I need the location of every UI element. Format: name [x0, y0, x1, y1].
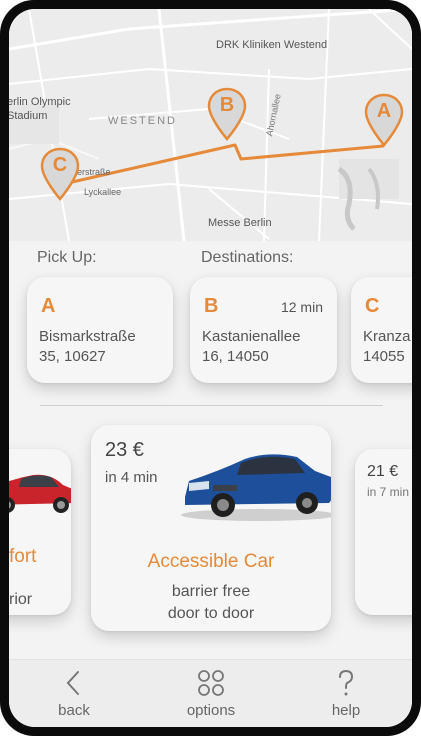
nav-help-label: help	[331, 702, 361, 719]
car-eta: in 4 min	[105, 469, 158, 486]
map-label-street: erstraße	[77, 167, 111, 177]
options-grid-icon	[198, 670, 224, 696]
destination-address-line1: Kranza	[363, 328, 411, 345]
destination-address: Kastanienallee 16, 14050	[202, 327, 300, 367]
map-pin-label: C	[52, 154, 68, 176]
car-card-right[interactable]: 21 € in 7 min	[355, 449, 412, 615]
nav-help-button[interactable]: help	[301, 660, 391, 727]
destination-address-line2: 14055	[363, 348, 405, 365]
car-left-title: fort	[9, 546, 37, 567]
destination-time: 12 min	[280, 299, 323, 315]
destinations-heading: Destinations:	[201, 249, 294, 266]
map-pin-label: A	[376, 100, 392, 122]
nav-back-button[interactable]: back	[29, 660, 119, 727]
red-car-icon	[9, 474, 71, 513]
map-label-olympic: erlin Olympic Stadium	[9, 96, 71, 122]
destination-card-c[interactable]: C Kranza 14055	[351, 277, 412, 383]
car-right-eta: in 7 min	[367, 485, 410, 499]
nav-options-label: options	[186, 702, 236, 719]
car-right-price: 21 €	[367, 463, 399, 480]
question-mark-icon	[339, 669, 354, 696]
phone-frame: DRK Kliniken Westend erlin Olympic Stadi…	[0, 0, 421, 736]
map-label-lyckallee: Lyckallee	[84, 187, 122, 197]
pickup-address: Bismarkstraße 35, 10627	[39, 327, 136, 367]
pickup-heading: Pick Up:	[37, 249, 97, 266]
destination-letter: C	[365, 295, 380, 317]
map-pin-label: B	[219, 94, 235, 116]
section-divider	[40, 405, 383, 406]
map-pin-a[interactable]: A	[364, 93, 404, 147]
destination-address-line1: Kastanienallee	[202, 328, 301, 345]
car-title: Accessible Car	[147, 551, 275, 572]
destination-address: Kranza 14055	[363, 327, 411, 367]
pickup-letter: A	[41, 295, 56, 317]
pickup-card[interactable]: A Bismarkstraße 35, 10627	[27, 277, 173, 383]
nav-options-button[interactable]: options	[166, 660, 256, 727]
pickup-address-line1: Bismarkstraße	[39, 328, 136, 345]
car-left-subtitle: rior	[9, 591, 33, 608]
car-card-left[interactable]: fort rior	[9, 449, 71, 615]
car-subtitle-line1: barrier free	[171, 583, 251, 600]
car-subtitle-line2: door to door	[167, 605, 255, 622]
chevron-left-icon	[66, 671, 79, 695]
car-price: 23 €	[105, 439, 144, 461]
app-screen: DRK Kliniken Westend erlin Olympic Stadi…	[9, 9, 412, 727]
bottom-navigation: back options help	[9, 659, 412, 727]
pickup-address-line2: 35, 10627	[39, 348, 106, 365]
car-subtitle: barrier free door to door	[91, 581, 331, 625]
car-card-accessible[interactable]: 23 € in 4 min Accessible Car barrier fre…	[91, 425, 331, 631]
map-pin-b[interactable]: B	[207, 87, 247, 141]
map-label-westend: WESTEND	[108, 115, 177, 127]
route-map[interactable]: DRK Kliniken Westend erlin Olympic Stadi…	[9, 9, 412, 241]
map-label-drk: DRK Kliniken Westend	[216, 39, 328, 51]
destination-address-line2: 16, 14050	[202, 348, 269, 365]
blue-car-icon	[181, 454, 331, 521]
map-label-messe: Messe Berlin	[208, 217, 272, 229]
nav-back-label: back	[58, 702, 90, 719]
destination-letter: B	[204, 295, 219, 317]
map-pin-c[interactable]: C	[40, 147, 80, 201]
destination-card-b[interactable]: B 12 min Kastanienallee 16, 14050	[190, 277, 337, 383]
